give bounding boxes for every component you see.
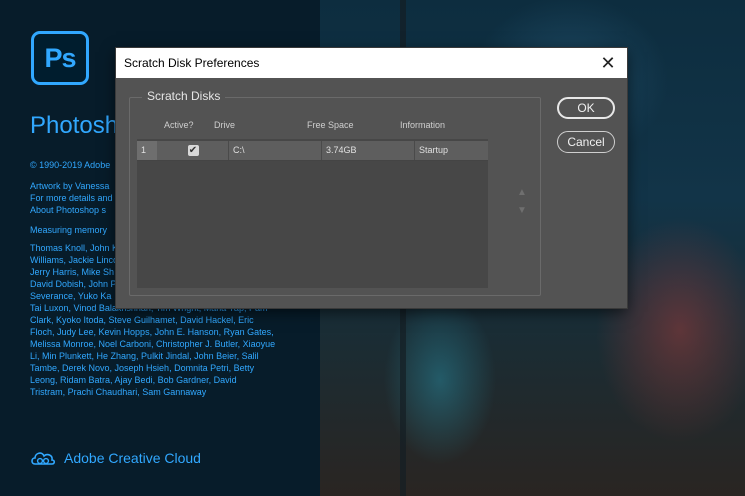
credits-line: Thomas Knoll, John K (30, 243, 116, 253)
credits-line: Leong, Ridam Batra, Ajay Bedi, Bob Gardn… (30, 375, 237, 385)
dialog-title: Scratch Disk Preferences (124, 56, 260, 70)
scratch-disk-dialog: Scratch Disk Preferences ✕ Scratch Disks… (116, 48, 627, 308)
photoshop-logo: Ps (31, 31, 89, 85)
move-up-icon[interactable]: ▲ (517, 187, 527, 198)
dialog-titlebar: Scratch Disk Preferences ✕ (116, 48, 627, 78)
credits-line: Floch, Judy Lee, Kevin Hopps, John E. Ha… (30, 327, 274, 337)
credits-line: Li, Min Plunkett, He Zhang, Pulkit Jinda… (30, 351, 259, 361)
credits-line: Tristram, Prachi Chaudhari, Sam Gannaway (30, 387, 207, 397)
ok-button[interactable]: OK (557, 97, 615, 119)
credits-line: Williams, Jackie Linco (30, 255, 116, 265)
creative-cloud-branding: Adobe Creative Cloud (30, 449, 201, 467)
row-number: 1 (137, 141, 157, 160)
scratch-disk-table (137, 139, 488, 288)
column-header-free-space: Free Space (307, 120, 354, 130)
column-header-drive: Drive (214, 120, 236, 130)
cancel-button[interactable]: Cancel (557, 131, 615, 153)
credits-line: Melissa Monroe, Noel Carboni, Christophe… (30, 339, 276, 349)
artwork-line: Artwork by Vanessa (30, 181, 110, 191)
column-header-active: Active? (164, 120, 194, 130)
table-row[interactable]: 1 ✔ C:\ 3.74GB Startup (137, 141, 488, 161)
drive-cell: C:\ (233, 145, 245, 155)
status-text: Measuring memory (30, 225, 108, 235)
artwork-credit: Artwork by Vanessa For more details and … (30, 180, 116, 216)
creative-cloud-label: Adobe Creative Cloud (64, 450, 201, 466)
information-cell: Startup (419, 145, 449, 155)
column-header-information: Information (400, 120, 446, 130)
active-checkbox[interactable]: ✔ (187, 145, 199, 156)
credits-line: David Dobish, John P (30, 279, 116, 289)
credits-line: Clark, Kyoko Itoda, Steve Guilhamet, Dav… (30, 315, 254, 325)
creative-cloud-icon (31, 452, 56, 465)
copyright-text: © 1990-2019 Adobe (30, 160, 111, 170)
credits-line: Severance, Yuko Ka (30, 291, 112, 301)
credits-line: Tambe, Derek Novo, Joseph Hsieh, Domnita… (30, 363, 255, 373)
app-name: Photoshop (30, 112, 116, 139)
group-title: Scratch Disks (142, 89, 226, 103)
active-cell: ✔ (158, 141, 228, 160)
credits-line: Jerry Harris, Mike Sh (30, 267, 115, 277)
artwork-line: For more details and (30, 193, 113, 203)
artwork-line: About Photoshop s (30, 205, 107, 215)
free-space-cell: 3.74GB (326, 145, 357, 155)
move-down-icon[interactable]: ▼ (517, 205, 527, 216)
close-icon[interactable]: ✕ (598, 53, 618, 73)
